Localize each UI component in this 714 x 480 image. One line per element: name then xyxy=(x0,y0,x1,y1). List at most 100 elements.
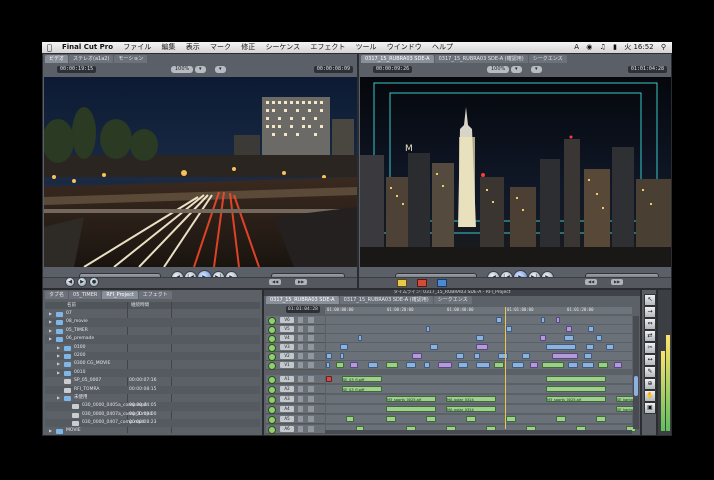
menu-effects[interactable]: エフェクト xyxy=(310,43,345,51)
video-clip[interactable] xyxy=(546,344,576,350)
disclosure-triangle-icon[interactable]: ▶ xyxy=(49,335,52,343)
track-label[interactable]: A1 xyxy=(280,376,294,382)
lock-icon[interactable] xyxy=(298,386,303,392)
apple-icon[interactable]:  xyxy=(47,42,52,53)
auto-select-icon[interactable] xyxy=(308,317,314,323)
tab-browser-0[interactable]: タブ名 xyxy=(45,291,69,299)
viewer-mark-out-button[interactable]: ▶▶ xyxy=(295,279,308,285)
audio-clip[interactable]: M3_sports_0025.aif xyxy=(546,396,606,402)
lock-icon[interactable] xyxy=(298,376,303,382)
canvas-current-timecode[interactable]: 01:01:04:28 xyxy=(627,66,667,73)
browser-row[interactable]: ▶ 05_TIMER xyxy=(45,327,260,335)
video-clip[interactable] xyxy=(598,362,608,368)
track-audible-toggle[interactable] xyxy=(268,406,276,414)
menu-clock[interactable]: 火 16:52 xyxy=(624,43,653,51)
menu-help[interactable]: ヘルプ xyxy=(432,43,453,51)
tab-timeline-check[interactable]: 0317_15_RUBRA03 SDE-A (確認用) xyxy=(339,296,433,304)
tab-sequence[interactable]: シークエンス xyxy=(528,55,567,63)
lock-icon[interactable] xyxy=(298,396,303,402)
lock-icon[interactable] xyxy=(298,362,303,368)
video-clip[interactable] xyxy=(336,362,344,368)
canvas-overlay-popup[interactable]: ▾ xyxy=(531,66,542,73)
browser-row[interactable]: ▶ 0300 CG_MOVIE xyxy=(45,360,260,368)
track-visibility-toggle[interactable] xyxy=(268,362,276,370)
video-clip[interactable] xyxy=(614,362,622,368)
browser-row[interactable]: SP_05_0007 00:00:07:16 xyxy=(45,377,260,385)
video-clip[interactable] xyxy=(588,326,594,332)
track-label[interactable]: V5 xyxy=(280,326,294,332)
viewer-overlay-popup[interactable]: ▾ xyxy=(215,66,226,73)
crop-tool-icon[interactable]: ▣ xyxy=(644,402,656,414)
video-clip[interactable] xyxy=(556,317,560,323)
video-clip[interactable] xyxy=(340,353,344,359)
video-clip[interactable] xyxy=(498,353,508,359)
video-clip[interactable] xyxy=(568,362,578,368)
disclosure-triangle-icon[interactable]: ▶ xyxy=(49,318,52,326)
auto-select-icon[interactable] xyxy=(308,386,314,392)
canvas-mark-out-button[interactable]: ▶▶ xyxy=(611,279,624,285)
audio-clip[interactable] xyxy=(386,406,436,412)
viewer-insert-button[interactable]: ◀ xyxy=(65,277,75,287)
track-audible-toggle[interactable] xyxy=(268,396,276,404)
lock-icon[interactable] xyxy=(298,335,303,341)
viewer-mark-in-button[interactable]: ◀◀ xyxy=(269,279,282,285)
tab-sequence-main[interactable]: 0317_15_RUBRA03 SDE-A xyxy=(361,55,434,63)
disclosure-triangle-icon[interactable]: ▶ xyxy=(57,394,60,402)
track-label[interactable]: V3 xyxy=(280,344,294,350)
column-duration[interactable]: 継続時間 xyxy=(131,302,149,309)
track-area[interactable] xyxy=(326,361,632,369)
track-label[interactable]: A3 xyxy=(280,396,294,402)
disclosure-triangle-icon[interactable]: ▶ xyxy=(49,427,52,435)
lock-icon[interactable] xyxy=(298,326,303,332)
track-area[interactable] xyxy=(326,415,632,423)
video-clip[interactable] xyxy=(474,353,480,359)
tab-timeline-main[interactable]: 0317_15_RUBRA03 SDE-A xyxy=(266,296,339,304)
browser-row[interactable]: ▶ 07 xyxy=(45,310,260,318)
video-clip[interactable] xyxy=(386,362,398,368)
audio-clip[interactable]: MA_polar_0324 xyxy=(446,406,496,412)
auto-select-icon[interactable] xyxy=(308,416,314,422)
disclosure-triangle-icon[interactable]: ▶ xyxy=(49,327,52,335)
canvas-mark-in-button[interactable]: ◀◀ xyxy=(585,279,598,285)
viewer-replace-button[interactable]: ● xyxy=(89,277,99,287)
track-visibility-toggle[interactable] xyxy=(268,353,276,361)
disclosure-triangle-icon[interactable]: ▶ xyxy=(57,352,60,360)
track-visibility-toggle[interactable] xyxy=(268,344,276,352)
video-clip[interactable] xyxy=(552,353,578,359)
video-clip[interactable] xyxy=(326,362,330,368)
auto-select-icon[interactable] xyxy=(308,353,314,359)
wifi-icon[interactable]: ◉ xyxy=(586,43,592,51)
track-label[interactable]: A2 xyxy=(280,386,294,392)
timeline-vertical-scrollbar[interactable] xyxy=(633,316,639,429)
browser-row[interactable]: ▶ 08_movie xyxy=(45,318,260,327)
menu-modify[interactable]: 修正 xyxy=(241,43,255,51)
lock-icon[interactable] xyxy=(298,353,303,359)
input-method-icon[interactable]: A xyxy=(574,43,579,51)
ripple-tool-icon[interactable]: ⇔ xyxy=(644,318,656,330)
slip-tool-icon[interactable]: ↔ xyxy=(644,354,656,366)
track-label[interactable]: V2 xyxy=(280,353,294,359)
track-label[interactable]: A5 xyxy=(280,416,294,422)
track-area[interactable]: M3_sports_0025.aif MA_polar_0324 M3_sports… xyxy=(326,395,636,403)
video-clip[interactable] xyxy=(540,335,546,341)
tab-sequence-check[interactable]: 0317_15_RUBRA03 SDE-A (確認用) xyxy=(434,55,528,63)
menu-mark[interactable]: マーク xyxy=(210,43,231,51)
track-audible-toggle[interactable] xyxy=(268,416,276,424)
track-audible-toggle[interactable] xyxy=(268,376,276,384)
viewer-overwrite-button[interactable]: ▶ xyxy=(77,277,87,287)
browser-row[interactable]: ▶ 06_premade xyxy=(45,335,260,344)
audio-clip[interactable] xyxy=(466,416,476,422)
track-visibility-toggle[interactable] xyxy=(268,317,276,325)
video-clip[interactable] xyxy=(582,362,594,368)
video-clip[interactable] xyxy=(566,326,572,332)
video-clip[interactable] xyxy=(412,353,422,359)
menu-app-name[interactable]: Final Cut Pro xyxy=(62,43,113,51)
canvas-overwrite-edit-button[interactable] xyxy=(417,279,427,287)
browser-row[interactable]: ▶ 未使用 xyxy=(45,394,260,402)
audio-clip[interactable] xyxy=(426,416,436,422)
video-clip[interactable] xyxy=(326,353,332,359)
browser-row[interactable]: 030_0000_0407_comp.mp4 00:00:08:23 xyxy=(45,419,260,428)
column-name[interactable]: 名前 xyxy=(67,302,76,309)
canvas-insert-edit-button[interactable] xyxy=(397,279,407,287)
video-clip[interactable] xyxy=(430,344,438,350)
